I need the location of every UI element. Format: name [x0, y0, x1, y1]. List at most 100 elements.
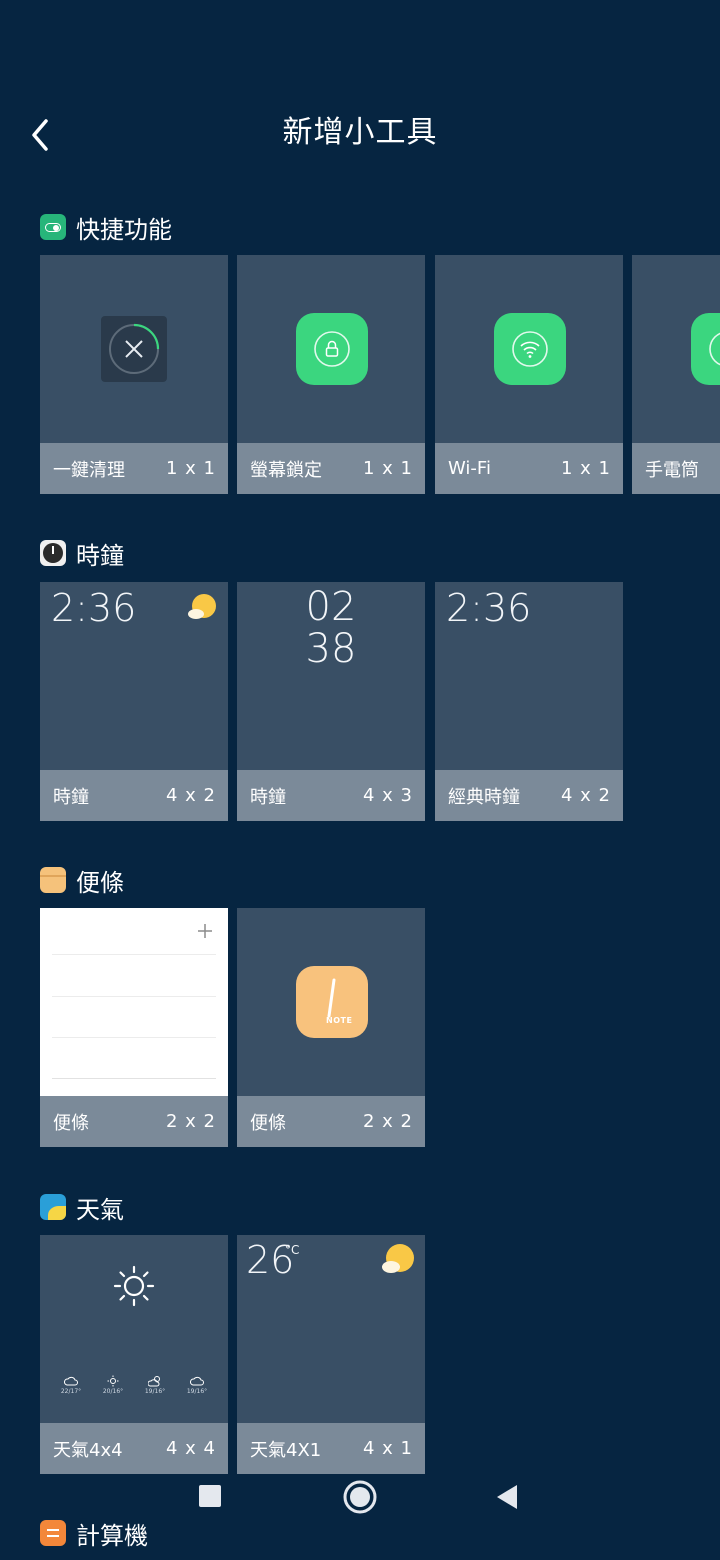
widget-name: 一鍵清理: [53, 459, 125, 481]
widget-card-clock-4x3[interactable]: 02 38 時鐘 4 x 3: [237, 582, 425, 821]
widget-preview: 26 °C: [237, 1235, 425, 1423]
section-title: 天氣: [76, 1195, 124, 1224]
widget-size: 1 x 1: [363, 458, 413, 479]
forecast-temp: 20/16°: [102, 1388, 124, 1395]
card-footer: 時鐘 4 x 2: [40, 770, 228, 821]
section-header-clock: 時鐘: [40, 535, 124, 571]
section-header-notes: 便條: [40, 862, 124, 898]
widget-card-wifi[interactable]: Wi-Fi 1 x 1: [435, 255, 623, 494]
triangle-back-icon: [497, 1485, 517, 1509]
temperature-unit: °C: [285, 1243, 300, 1257]
cloud-sun-icon: [147, 1376, 160, 1387]
widget-name: 螢幕鎖定: [250, 459, 322, 481]
card-footer: 便條 2 x 2: [237, 1096, 425, 1147]
plus-icon: [198, 924, 212, 938]
page-title: 新增小工具: [282, 115, 438, 150]
wifi-icon: [494, 313, 566, 385]
card-footer: 天氣4X1 4 x 1: [237, 1423, 425, 1474]
forecast-temp: 19/16°: [186, 1388, 208, 1395]
card-footer: 時鐘 4 x 3: [237, 770, 425, 821]
sun-cloud-icon: [188, 594, 216, 619]
clock-time: 2:36: [51, 586, 137, 630]
widget-size: 4 x 2: [166, 785, 216, 806]
clock-time: 2:36: [446, 586, 532, 630]
widget-preview: [435, 255, 623, 443]
card-footer: 手電筒: [632, 443, 720, 494]
header: 新增小工具: [0, 95, 720, 159]
sun-icon: [113, 1265, 155, 1307]
widget-size: 2 x 2: [363, 1111, 413, 1132]
widget-size: 1 x 1: [166, 458, 216, 479]
widget-size: 4 x 4: [166, 1438, 216, 1459]
notes-icon-text: NOTE: [326, 1016, 353, 1025]
widget-name: 手電筒: [645, 459, 699, 481]
card-footer: Wi-Fi 1 x 1: [435, 443, 623, 494]
widget-size: 4 x 2: [561, 785, 611, 806]
forecast-temp: 19/16°: [144, 1388, 166, 1395]
widget-card-note-list[interactable]: 便條 2 x 2: [40, 908, 228, 1147]
home-button[interactable]: [343, 1480, 377, 1514]
widget-name: 便條: [53, 1112, 89, 1134]
navigation-bar: [0, 1470, 720, 1560]
widget-name: 天氣4x4: [53, 1439, 123, 1461]
notes-app-icon: NOTE: [296, 966, 368, 1038]
toggle-icon: [40, 214, 66, 240]
widget-card-weather-4x1[interactable]: 26 °C 天氣4X1 4 x 1: [237, 1235, 425, 1474]
widget-size: 4 x 3: [363, 785, 413, 806]
widget-card-clock-4x2[interactable]: 2:36 時鐘 4 x 2: [40, 582, 228, 821]
widget-card-flashlight[interactable]: 手電筒: [632, 255, 720, 494]
widget-card-one-click-clean[interactable]: 一鍵清理 1 x 1: [40, 255, 228, 494]
clock-minute: 38: [305, 626, 357, 672]
widget-name: 經典時鐘: [448, 786, 520, 808]
widget-name: 時鐘: [250, 786, 286, 808]
sun-cloud-icon: [382, 1244, 414, 1273]
clock-hour: 02: [305, 584, 357, 630]
clean-icon: [101, 316, 167, 382]
widget-size: 4 x 1: [363, 1438, 413, 1459]
widget-size: 1 x 1: [561, 458, 611, 479]
clock-icon: [40, 540, 66, 566]
widget-card-note-icon[interactable]: NOTE 便條 2 x 2: [237, 908, 425, 1147]
lock-icon: [296, 313, 368, 385]
forecast-day: 19/16°: [145, 1375, 165, 1395]
card-footer: 經典時鐘 4 x 2: [435, 770, 623, 821]
sun-icon: [107, 1375, 119, 1387]
widget-name: 便條: [250, 1112, 286, 1134]
widget-preview: [40, 255, 228, 443]
section-header-weather: 天氣: [40, 1189, 124, 1225]
card-footer: 螢幕鎖定 1 x 1: [237, 443, 425, 494]
section-title: 時鐘: [76, 541, 124, 570]
widget-name: Wi-Fi: [448, 458, 491, 479]
widget-name: 天氣4X1: [250, 1439, 322, 1461]
cloud-icon: [63, 1376, 78, 1386]
forecast-day: 20/16°: [103, 1375, 123, 1395]
forecast-row: 22/17° 20/16° 19/16° 19/16°: [50, 1375, 218, 1395]
widget-preview: 02 38: [237, 582, 425, 770]
widget-size: 2 x 2: [166, 1111, 216, 1132]
card-footer: 便條 2 x 2: [40, 1096, 228, 1147]
cloud-icon: [189, 1376, 204, 1386]
forecast-day: 19/16°: [187, 1375, 207, 1395]
widget-preview: NOTE: [237, 908, 425, 1096]
widget-preview: 22/17° 20/16° 19/16° 19/16°: [40, 1235, 228, 1423]
recent-apps-button[interactable]: [199, 1485, 221, 1507]
widget-preview: [237, 255, 425, 443]
back-nav-button[interactable]: [496, 1484, 518, 1510]
widget-card-screen-lock[interactable]: 螢幕鎖定 1 x 1: [237, 255, 425, 494]
widget-preview: 2:36: [40, 582, 228, 770]
section-title: 便條: [76, 868, 124, 897]
note-icon: [40, 867, 66, 893]
widget-name: 時鐘: [53, 786, 89, 808]
weather-icon: [40, 1194, 66, 1220]
flashlight-icon: [691, 313, 720, 385]
widget-card-classic-clock[interactable]: 2:36 經典時鐘 4 x 2: [435, 582, 623, 821]
home-circle-icon: [343, 1480, 377, 1514]
card-footer: 一鍵清理 1 x 1: [40, 443, 228, 494]
section-header-shortcuts: 快捷功能: [40, 209, 172, 245]
forecast-temp: 22/17°: [60, 1388, 82, 1395]
widget-card-weather-4x4[interactable]: 22/17° 20/16° 19/16° 19/16° 天氣4x4 4 x 4: [40, 1235, 228, 1474]
forecast-day: 22/17°: [61, 1375, 81, 1395]
widget-preview: [40, 908, 228, 1096]
widget-preview: 2:36: [435, 582, 623, 770]
widget-preview: [632, 255, 720, 443]
